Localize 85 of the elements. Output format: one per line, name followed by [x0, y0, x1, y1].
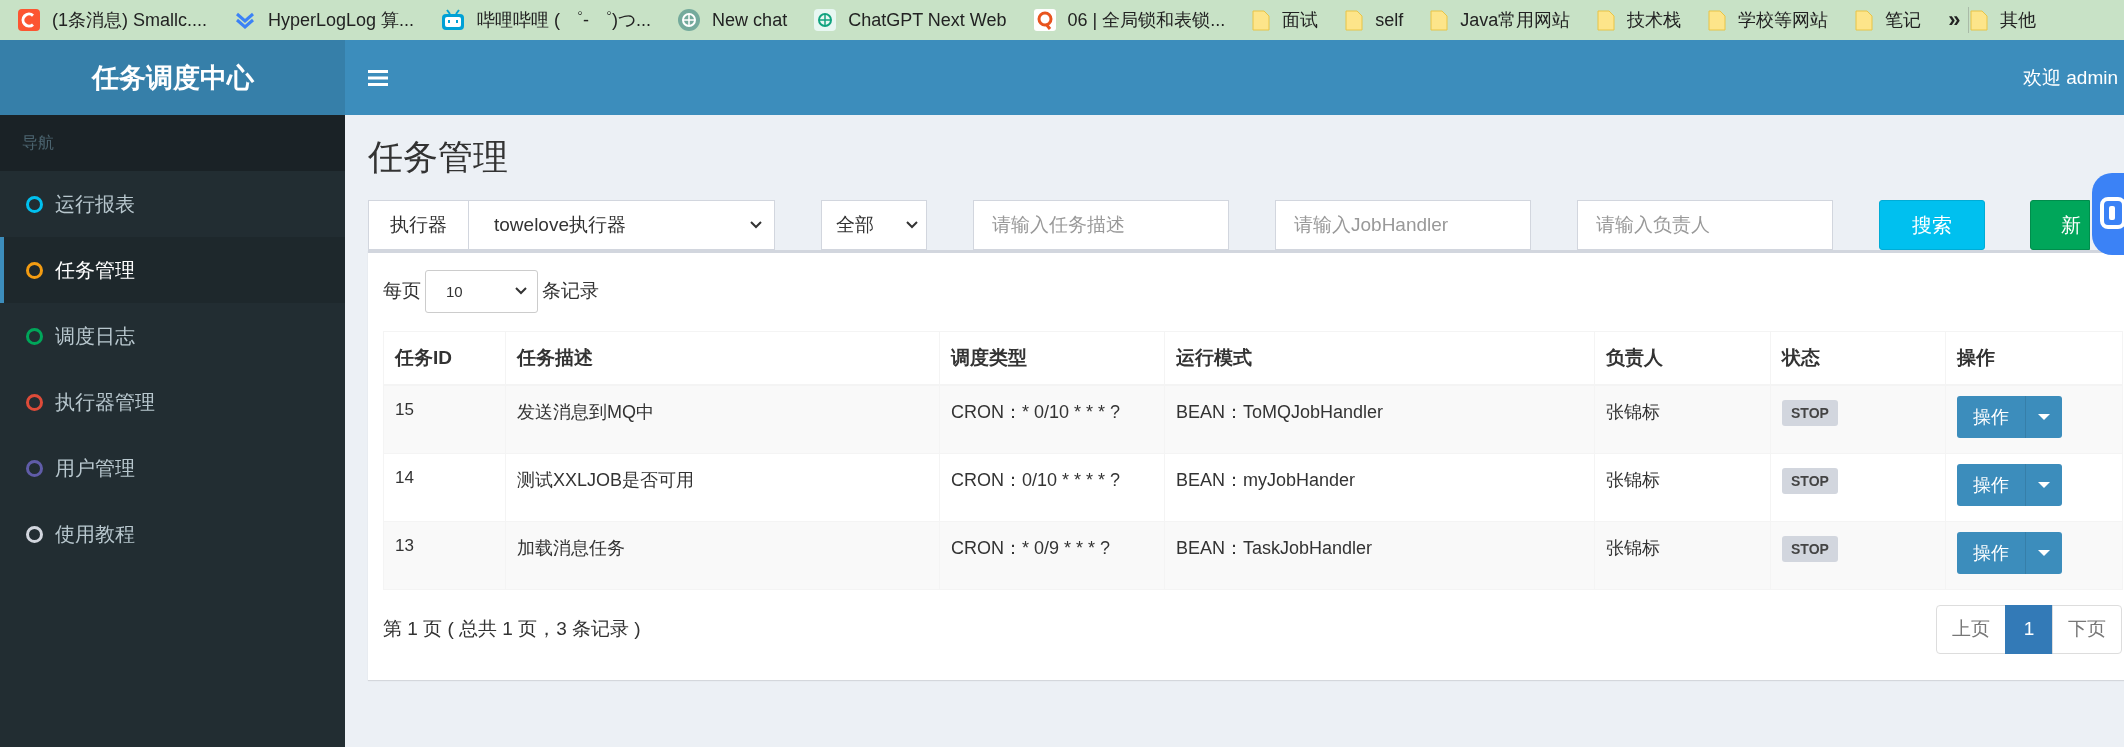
executor-label: 执行器 — [368, 200, 469, 250]
bookmark-link[interactable]: ChatGPT Next Web — [848, 9, 1007, 31]
nav-label: 使用教程 — [55, 521, 135, 547]
status-select[interactable]: 全部 — [821, 200, 927, 250]
nav-item[interactable]: 任务管理 — [0, 237, 345, 303]
nav-item[interactable]: 调度日志 — [0, 303, 345, 369]
folder-icon — [1345, 9, 1364, 31]
dropdown-button[interactable] — [2025, 531, 2062, 574]
pagination-button[interactable]: 1 — [2005, 604, 2053, 654]
table-cell: CRON：0/10 * * * * ? — [939, 453, 1165, 521]
table-cell: CRON：* 0/10 * * * ? — [939, 385, 1165, 453]
nav-label: 调度日志 — [55, 323, 135, 349]
nav-label: 执行器管理 — [55, 389, 155, 415]
arc-square-icon — [18, 9, 40, 31]
bookmark-link[interactable]: 笔记 — [1885, 8, 1922, 32]
floating-widget-icon[interactable] — [2092, 173, 2124, 255]
chevron-down-icon — [750, 221, 762, 229]
welcome-text[interactable]: 欢迎 admin — [2022, 64, 2118, 91]
table-cell: 张锦标 — [1594, 521, 1771, 589]
nav-label: 任务管理 — [55, 257, 135, 283]
bookmark-link[interactable]: New chat — [712, 9, 788, 31]
table-cell: 张锦标 — [1594, 453, 1771, 521]
folder-icon — [1855, 9, 1874, 31]
chevron-down-icon — [906, 221, 918, 229]
search-field[interactable]: 请输入任务描述 — [973, 200, 1229, 250]
table-cell: CRON：* 0/9 * * * ? — [939, 521, 1165, 589]
table-cell: BEAN：TaskJobHandler — [1164, 521, 1595, 589]
caret-icon — [2038, 481, 2050, 488]
chevron-down-icon — [515, 287, 527, 295]
bookmark-link[interactable]: self — [1375, 9, 1404, 31]
executor-select[interactable]: towelove执行器 — [469, 200, 775, 250]
caret-icon — [2038, 549, 2050, 556]
bookmark-link[interactable]: 面试 — [1282, 8, 1319, 32]
table-cell: 13 — [383, 521, 506, 589]
page-size-label: 每页 — [383, 279, 421, 303]
nav-item[interactable]: 执行器管理 — [0, 369, 345, 435]
table-cell: 15 — [383, 385, 506, 453]
nav-item[interactable]: 用户管理 — [0, 435, 345, 501]
search-field[interactable]: 请输入JobHandler — [1275, 200, 1531, 250]
nav-label: 运行报表 — [55, 191, 135, 217]
page-size-label: 条记录 — [542, 279, 599, 303]
table-cell: 发送消息到MQ中 — [505, 385, 940, 453]
folder-icon — [1708, 9, 1727, 31]
action-button[interactable]: 操作 — [1957, 396, 2025, 438]
caret-icon — [2038, 414, 2050, 420]
action-button[interactable]: 操作 — [1957, 463, 2025, 506]
bookmark-link[interactable]: 哔哩哔哩 ( ゜- ゜)つ... — [477, 8, 652, 32]
nav-header: 导航 — [0, 115, 345, 171]
more-bookmarks-button[interactable]: » — [1948, 7, 1961, 33]
pagination-button[interactable]: 上页 — [1936, 604, 2006, 654]
ring-icon — [1033, 9, 1056, 31]
action-button[interactable]: 操作 — [1957, 531, 2025, 574]
table-cell: 测试XXLJOB是否可用 — [505, 453, 940, 521]
folder-icon — [1969, 9, 1988, 31]
bookmark-link[interactable]: (1条消息) Smallc.... — [52, 8, 207, 32]
table-cell: BEAN：ToMQJobHandler — [1164, 385, 1595, 453]
nav-label: 用户管理 — [55, 455, 135, 481]
bookmark-link[interactable]: HyperLogLog 算... — [268, 8, 415, 32]
bookmark-link[interactable]: 06 | 全局锁和表锁... — [1067, 8, 1226, 32]
table-cell: 加载消息任务 — [505, 521, 940, 589]
bookmark-link[interactable]: 其他 — [1999, 8, 2036, 32]
status-badge: STOP — [1782, 535, 1838, 562]
status-badge: STOP — [1782, 400, 1838, 426]
nav-item[interactable]: 使用教程 — [0, 501, 345, 567]
menu-icon[interactable] — [368, 69, 388, 86]
page-info: 第 1 页 ( 总共 1 页，3 条记录 ) — [383, 617, 641, 641]
bookmark-link[interactable]: 学校等网站 — [1738, 8, 1829, 32]
dropdown-button[interactable] — [2025, 396, 2062, 438]
app-title: 任务调度中心 — [0, 40, 345, 115]
table-cell: 14 — [383, 453, 506, 521]
folder-icon — [1597, 9, 1616, 31]
status-badge: STOP — [1782, 467, 1838, 494]
tv-icon — [441, 9, 466, 31]
folder-icon — [1252, 9, 1271, 31]
folder-icon — [1430, 9, 1449, 31]
dropdown-button[interactable] — [2025, 463, 2062, 506]
nav-item[interactable]: 运行报表 — [0, 171, 345, 237]
bookmark-link[interactable]: 技术栈 — [1627, 8, 1682, 32]
page-size-select[interactable]: 10 — [425, 269, 538, 313]
table-cell: 张锦标 — [1594, 385, 1771, 453]
bookmark-link[interactable]: Java常用网站 — [1460, 8, 1571, 32]
search-field[interactable]: 请输入负责人 — [1577, 200, 1833, 250]
pagination-button[interactable]: 下页 — [2052, 604, 2122, 654]
table-cell: BEAN：myJobHander — [1164, 453, 1595, 521]
page-title: 任务管理 — [368, 136, 509, 178]
